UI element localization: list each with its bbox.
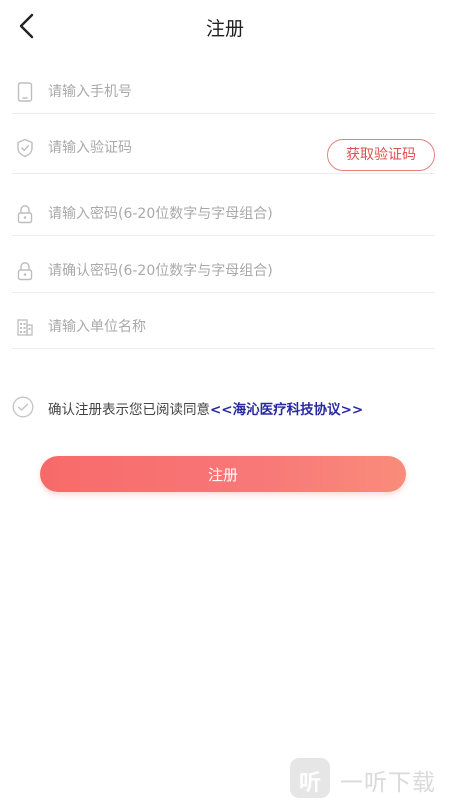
shield-check-icon — [16, 138, 34, 158]
password-field-row — [12, 192, 435, 236]
password-input[interactable] — [48, 200, 418, 228]
watermark-text: 一听下载 — [340, 770, 436, 796]
phone-input[interactable] — [48, 78, 418, 106]
code-field-row: 获取验证码 — [12, 126, 435, 174]
watermark-badge-text: 听 — [298, 771, 321, 796]
agreement-text: 确认注册表示您已阅读同意<<海沁医疗科技协议>> — [48, 398, 363, 418]
code-input[interactable] — [48, 134, 318, 162]
lock-icon — [16, 261, 34, 281]
agreement-link[interactable]: <<海沁医疗科技协议>> — [210, 402, 363, 418]
agreement-row: 确认注册表示您已阅读同意<<海沁医疗科技协议>> — [12, 395, 442, 419]
watermark: 听 一听下载 — [290, 756, 450, 800]
unit-field-row — [12, 305, 435, 349]
confirm-password-field-row — [12, 249, 435, 293]
top-bar: 注册 — [0, 0, 450, 52]
watermark-logo-icon: 听 — [290, 758, 330, 798]
get-code-button[interactable]: 获取验证码 — [327, 139, 435, 171]
unit-name-input[interactable] — [48, 313, 418, 341]
confirm-password-input[interactable] — [48, 257, 418, 285]
phone-icon — [16, 82, 34, 102]
agreement-statement: 确认注册表示您已阅读同意 — [48, 402, 210, 418]
phone-field-row — [12, 70, 435, 114]
check-circle-icon[interactable] — [12, 396, 34, 418]
building-icon — [16, 317, 34, 337]
page-title: 注册 — [205, 18, 244, 40]
register-button[interactable]: 注册 — [40, 456, 406, 492]
lock-icon — [16, 204, 34, 224]
